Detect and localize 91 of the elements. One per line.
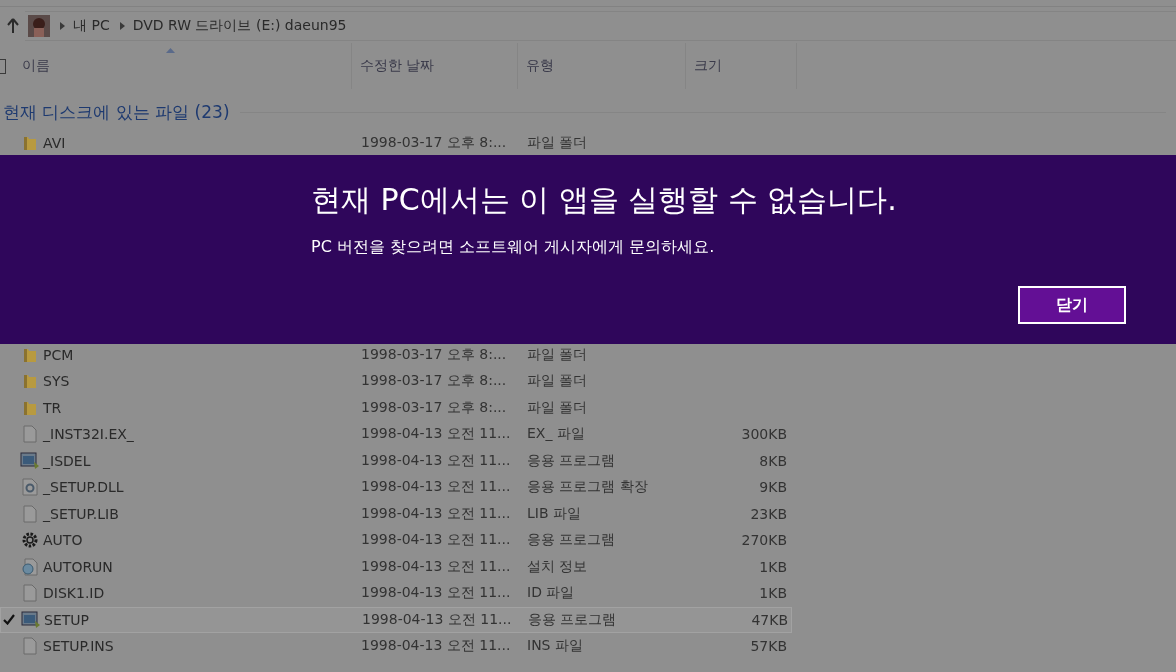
file-type: EX_ 파일 <box>527 425 586 444</box>
file-date: 1998-04-13 오전 11... <box>361 584 512 603</box>
address-bar[interactable]: 내 PC DVD RW 드라이브 (E:) daeun95 <box>25 11 1176 41</box>
file-row[interactable]: TR 1998-03-17 오후 8:... 파일 폴더 <box>0 394 792 421</box>
file-row[interactable]: SYS 1998-03-17 오후 8:... 파일 폴더 <box>0 368 792 395</box>
file-name: SETUP.INS <box>43 638 115 655</box>
breadcrumb-item[interactable]: 내 PC <box>73 17 110 35</box>
file-row[interactable]: _SETUP.LIB 1998-04-13 오전 11... LIB 파일 23KB <box>0 500 792 527</box>
file-date: 1998-04-13 오전 11... <box>361 425 512 444</box>
file-type: INS 파일 <box>527 637 584 656</box>
settings-file-icon <box>20 557 39 576</box>
file-date: 1998-03-17 오후 8:... <box>361 398 508 417</box>
gear-file-icon <box>21 478 38 497</box>
gear-icon <box>20 531 39 550</box>
file-date: 1998-04-13 오전 11... <box>361 637 512 656</box>
folder-icon <box>21 346 38 363</box>
selected-file-row[interactable]: SETUP 1998-04-13 오전 11... 응용 프로그램 47KB <box>0 606 792 633</box>
file-type: 파일 폴더 <box>527 398 589 417</box>
file-name: PCM <box>43 346 75 363</box>
file-date: 1998-03-17 오후 8:... <box>361 372 508 391</box>
file-name: _ISDEL <box>43 452 92 469</box>
file-size: 1KB <box>759 585 787 602</box>
file-type: 파일 폴더 <box>527 134 589 153</box>
file-name: _SETUP.DLL <box>43 479 125 496</box>
file-type: 응용 프로그램 <box>527 531 617 550</box>
chevron-icon <box>60 22 65 30</box>
app-window-icon <box>19 451 40 470</box>
file-type: 파일 폴더 <box>527 345 589 364</box>
file-size: 9KB <box>759 479 787 496</box>
app-window-icon <box>20 610 41 629</box>
file-type: 응용 프로그램 확장 <box>527 478 649 497</box>
file-row[interactable]: AUTORUN 1998-04-13 오전 11... 설치 정보 1KB <box>0 553 792 580</box>
file-icon <box>22 504 37 523</box>
folder-icon <box>21 373 38 390</box>
file-row[interactable]: DISK1.ID 1998-04-13 오전 11... ID 파일 1KB <box>0 580 792 607</box>
file-date: 1998-04-13 오전 11... <box>362 610 513 629</box>
chevron-icon <box>119 22 125 30</box>
file-name: _INST32I.EX_ <box>43 426 135 443</box>
file-type: 설치 정보 <box>527 557 589 576</box>
file-date: 1998-03-17 오후 8:... <box>361 134 508 153</box>
file-date: 1998-04-13 오전 11... <box>361 557 512 576</box>
close-button[interactable]: 닫기 <box>1018 286 1126 324</box>
file-size: 270KB <box>741 532 787 549</box>
breadcrumb-item[interactable]: DVD RW 드라이브 (E:) daeun95 <box>132 17 347 35</box>
file-type: 응용 프로그램 <box>528 610 618 629</box>
file-size: 57KB <box>750 638 787 655</box>
file-date: 1998-04-13 오전 11... <box>361 531 512 550</box>
file-size: 47KB <box>751 611 788 628</box>
dialog-message: PC 버전을 찾으려면 소프트웨어 게시자에게 문의하세요. <box>311 237 716 258</box>
file-row[interactable]: AVI 1998-03-17 오후 8:... 파일 폴더 <box>0 130 792 157</box>
file-name: AUTO <box>43 532 84 549</box>
file-date: 1998-04-13 오전 11... <box>361 478 512 497</box>
file-size: 8KB <box>759 452 787 469</box>
column-header[interactable]: 유형 <box>518 43 686 89</box>
group-header[interactable]: 현재 디스크에 있는 파일 (23) <box>0 100 230 124</box>
file-row[interactable]: PCM 1998-03-17 오후 8:... 파일 폴더 <box>0 341 792 368</box>
file-row[interactable]: _INST32I.EX_ 1998-04-13 오전 11... EX_ 파일 300KB <box>0 421 792 448</box>
drive-icon <box>28 15 50 37</box>
file-name: _SETUP.LIB <box>43 505 120 522</box>
file-row[interactable]: _SETUP.DLL 1998-04-13 오전 11... 응용 프로그램 확장 9KB <box>0 474 792 501</box>
folder-icon <box>21 399 38 416</box>
file-size: 1KB <box>759 558 787 575</box>
column-header[interactable]: 이름 <box>0 43 352 89</box>
checkmark-icon[interactable] <box>3 614 15 626</box>
file-name: DISK1.ID <box>43 585 106 602</box>
sort-arrow-icon <box>166 48 175 53</box>
file-row[interactable]: AUTO 1998-04-13 오전 11... 응용 프로그램 270KB <box>0 527 792 554</box>
file-type: 파일 폴더 <box>527 372 589 391</box>
file-name: SETUP <box>44 611 90 628</box>
file-type: LIB 파일 <box>527 504 582 523</box>
column-header[interactable]: 수정한 날짜 <box>352 43 518 89</box>
file-size: 300KB <box>741 426 787 443</box>
file-icon <box>22 425 37 444</box>
file-name: AVI <box>43 135 67 152</box>
file-date: 1998-04-13 오전 11... <box>361 451 512 470</box>
column-header[interactable]: 크기 <box>686 43 797 89</box>
file-name: SYS <box>43 373 71 390</box>
file-name: TR <box>43 399 63 416</box>
file-type: ID 파일 <box>527 584 576 603</box>
file-date: 1998-03-17 오후 8:... <box>361 345 508 364</box>
file-date: 1998-04-13 오전 11... <box>361 504 512 523</box>
file-row[interactable]: _ISDEL 1998-04-13 오전 11... 응용 프로그램 8KB <box>0 447 792 474</box>
file-type: 응용 프로그램 <box>527 451 617 470</box>
file-row[interactable]: SETUP.INS 1998-04-13 오전 11... INS 파일 57KB <box>0 633 792 660</box>
dialog-title: 현재 PC에서는 이 앱을 실행할 수 없습니다. <box>311 181 898 219</box>
file-icon <box>22 637 37 656</box>
file-name: AUTORUN <box>43 558 114 575</box>
up-arrow-icon[interactable] <box>7 18 19 34</box>
file-icon <box>22 584 37 603</box>
file-size: 23KB <box>750 505 787 522</box>
folder-icon <box>21 135 38 152</box>
